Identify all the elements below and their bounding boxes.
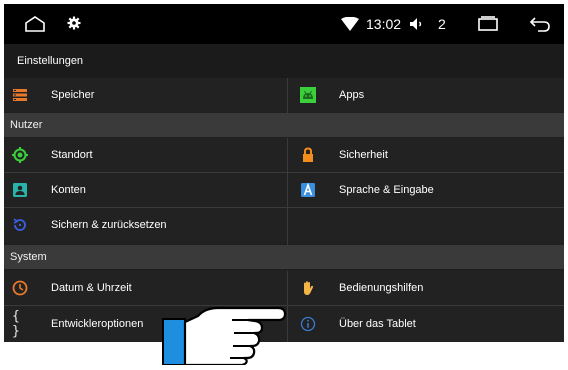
item-label: Über das Tablet xyxy=(339,318,416,330)
wifi-icon xyxy=(341,17,359,31)
recent-apps-icon[interactable] xyxy=(478,16,498,32)
item-ueber-tablet[interactable]: Über das Tablet xyxy=(288,306,564,342)
divider xyxy=(4,207,564,208)
item-label: Sicherheit xyxy=(339,149,388,161)
lock-icon xyxy=(300,147,316,163)
section-header-nutzer: Nutzer xyxy=(4,113,564,137)
settings-screen: 13:02 2 Einstellungen Speicher Apps Nutz… xyxy=(4,4,564,342)
item-sichern[interactable]: Sichern & zurücksetzen xyxy=(4,208,287,242)
settings-gear-icon xyxy=(67,16,81,30)
account-icon xyxy=(12,182,28,198)
item-label: Standort xyxy=(51,149,93,161)
home-icon[interactable] xyxy=(24,15,46,33)
hand-accessibility-icon xyxy=(300,280,316,296)
clock: 13:02 xyxy=(366,16,402,32)
item-apps[interactable]: Apps xyxy=(288,78,564,112)
item-label: Sichern & zurücksetzen xyxy=(51,219,167,231)
empty-cell xyxy=(288,208,564,242)
item-label: Datum & Uhrzeit xyxy=(51,282,132,294)
status-bar: 13:02 2 xyxy=(4,4,564,44)
section-header-system: System xyxy=(4,245,564,269)
clock-icon xyxy=(12,280,28,296)
item-speicher[interactable]: Speicher xyxy=(4,78,287,112)
divider xyxy=(287,138,288,245)
item-label: Speicher xyxy=(51,89,95,101)
info-icon xyxy=(300,316,316,332)
language-input-icon xyxy=(300,182,316,198)
divider xyxy=(287,78,288,113)
page-title: Einstellungen xyxy=(4,44,564,78)
item-label: Sprache & Eingabe xyxy=(339,184,434,196)
back-icon[interactable] xyxy=(529,16,551,32)
backup-restore-icon xyxy=(12,217,28,233)
item-label: Konten xyxy=(51,184,86,196)
item-label: Entwickleroptionen xyxy=(51,318,144,330)
item-label: Apps xyxy=(339,89,365,101)
code-braces-icon: { } xyxy=(12,309,20,339)
storage-icon xyxy=(12,87,28,103)
volume-level: 2 xyxy=(438,16,446,32)
item-sprache[interactable]: Sprache & Eingabe xyxy=(288,173,564,207)
item-sicherheit[interactable]: Sicherheit xyxy=(288,138,564,172)
item-standort[interactable]: Standort xyxy=(4,138,287,172)
divider xyxy=(4,172,564,173)
item-label: Bedienungshilfen xyxy=(339,282,424,294)
apps-android-icon xyxy=(300,87,316,103)
item-bedienungshilfen[interactable]: Bedienungshilfen xyxy=(288,271,564,305)
volume-icon xyxy=(409,17,425,31)
location-icon xyxy=(12,147,28,163)
item-konten[interactable]: Konten xyxy=(4,173,287,207)
pointing-hand-illustration xyxy=(160,300,290,367)
